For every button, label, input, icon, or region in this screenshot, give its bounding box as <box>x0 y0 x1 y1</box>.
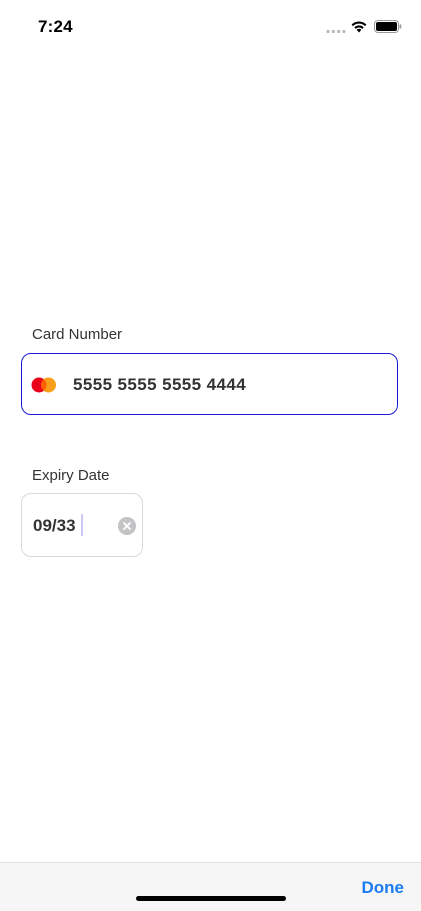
done-button[interactable]: Done <box>362 878 405 898</box>
wifi-icon <box>351 21 367 33</box>
card-number-label: Card Number <box>32 326 123 343</box>
text-cursor <box>81 514 83 536</box>
home-indicator[interactable] <box>136 896 286 901</box>
clear-icon[interactable] <box>118 517 136 535</box>
status-bar: 7:24 <box>0 0 421 54</box>
expiry-date-value[interactable]: 09/33 <box>33 516 76 536</box>
signal-icon <box>326 29 346 34</box>
keyboard-accessory-bar: Done <box>0 862 421 911</box>
expiry-date-label: Expiry Date <box>32 467 110 484</box>
battery-icon <box>374 20 402 33</box>
card-number-value[interactable]: 5555 5555 5555 4444 <box>73 375 246 395</box>
mastercard-icon <box>31 377 56 393</box>
status-time: 7:24 <box>38 17 73 36</box>
expiry-date-field[interactable]: 09/33 <box>21 493 143 557</box>
card-number-field[interactable]: 5555 5555 5555 4444 <box>21 353 398 415</box>
